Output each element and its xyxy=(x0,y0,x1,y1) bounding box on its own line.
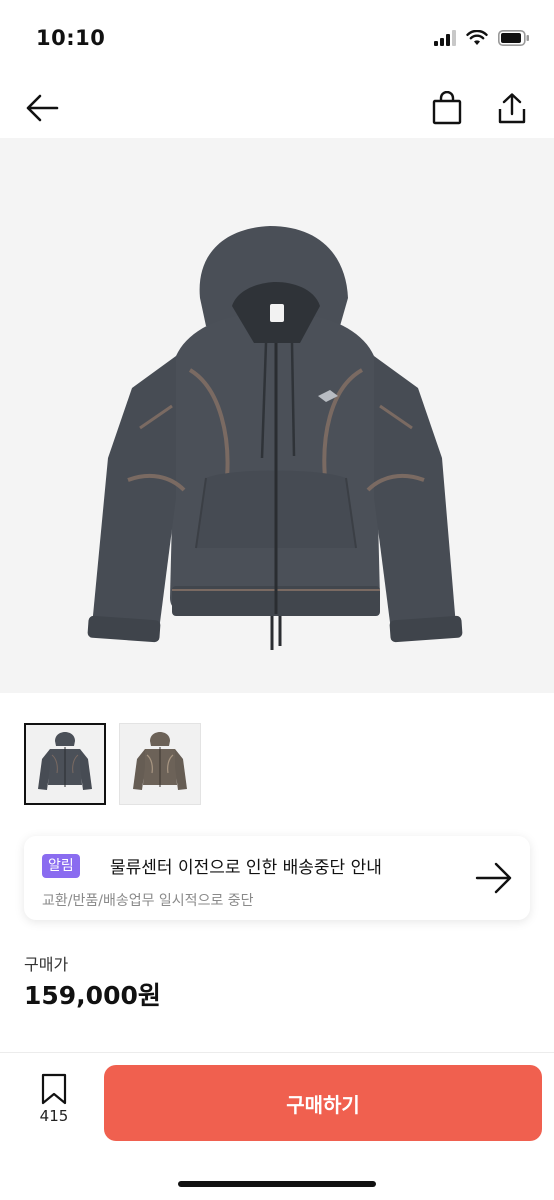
bottom-action-bar: 415 구매하기 xyxy=(0,1052,554,1200)
signal-icon xyxy=(434,30,456,46)
thumbnail-charcoal-image xyxy=(38,732,92,790)
bookmark-icon xyxy=(41,1073,67,1105)
shopping-bag-icon xyxy=(432,91,462,125)
status-time: 10:10 xyxy=(36,26,106,50)
bookmark-button[interactable]: 415 xyxy=(28,1073,80,1133)
thumbnail-brown[interactable] xyxy=(119,723,201,805)
arrow-right-icon xyxy=(475,862,512,894)
bookmark-count: 415 xyxy=(39,1107,69,1125)
back-button[interactable] xyxy=(20,86,64,130)
home-indicator xyxy=(178,1181,376,1187)
status-bar: 10:10 xyxy=(0,0,554,76)
price-value: 159,000원 xyxy=(24,981,161,1010)
price-label: 구매가 xyxy=(24,955,69,974)
arrow-left-icon xyxy=(26,94,59,122)
notice-subtitle: 교환/반품/배송업무 일시적으로 중단 xyxy=(42,893,254,909)
thumbnail-brown-image xyxy=(133,732,187,790)
notice-title: 물류센터 이전으로 인한 배송중단 안내 xyxy=(110,858,382,878)
wifi-icon xyxy=(466,30,488,45)
status-icons xyxy=(434,30,530,46)
notice-badge: 알림 xyxy=(42,854,80,878)
battery-icon xyxy=(498,30,529,46)
cart-button[interactable] xyxy=(425,86,469,130)
share-icon xyxy=(498,93,526,124)
hoodie-image xyxy=(87,226,463,650)
thumbnail-list xyxy=(24,723,201,805)
thumbnail-charcoal[interactable] xyxy=(24,723,106,805)
share-button[interactable] xyxy=(490,86,534,130)
buy-button[interactable]: 구매하기 xyxy=(104,1065,542,1141)
product-image[interactable] xyxy=(0,138,554,693)
notice-banner[interactable]: 알림 물류센터 이전으로 인한 배송중단 안내 교환/반품/배송업무 일시적으로… xyxy=(24,836,530,920)
nav-bar xyxy=(0,76,554,138)
